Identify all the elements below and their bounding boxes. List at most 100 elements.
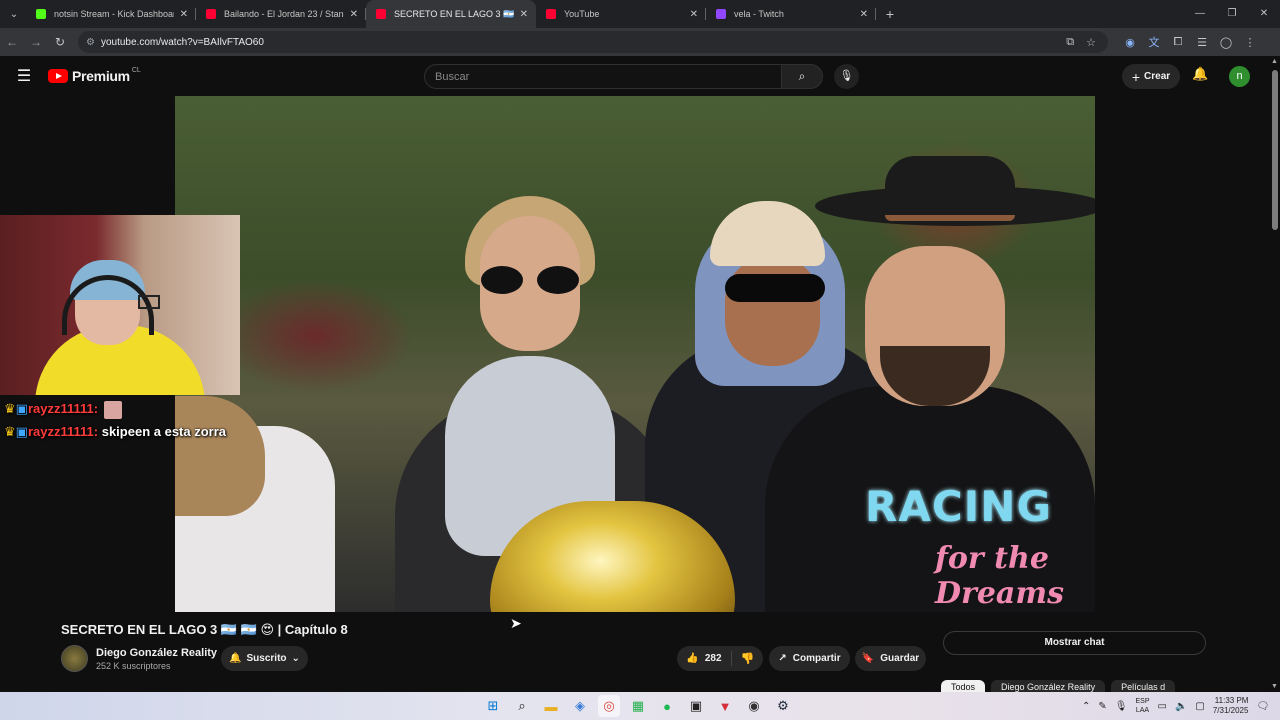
save-button[interactable]: 🔖 Guardar [855,646,926,671]
terminal-icon[interactable]: ▣ [685,695,707,717]
voice-search-button[interactable]: 🎙 [834,64,859,89]
taskbar-search-icon[interactable]: ⌕ [511,695,533,717]
reload-icon[interactable]: ↻ [48,35,72,49]
tab-close-icon[interactable]: ✕ [520,9,528,20]
url-text: youtube.com/watch?v=BAIlvFTAO60 [100,36,264,48]
tray-app-icon[interactable]: ✎ [1098,701,1106,712]
like-button[interactable]: 👍 282 [677,651,732,666]
streamer-webcam-overlay [0,215,240,395]
network-icon[interactable]: ▭ [1158,701,1167,712]
translate-icon[interactable]: 文 [1142,34,1166,50]
tab-close-icon[interactable]: ✕ [180,9,188,20]
page-scrollbar[interactable]: ▲ ▼ [1270,56,1280,692]
video-woman-sunglasses [475,266,585,296]
search-placeholder: Buscar [435,71,470,83]
forward-icon[interactable]: → [24,35,48,49]
plus-icon: + [1131,68,1141,85]
new-tab-icon[interactable]: + [876,6,904,22]
tab-list: notsin Stream - Kick Dashboard ✕ Bailando … [26,0,876,28]
windows-start-icon[interactable]: ⊞ [482,695,504,717]
video-hat-crown [885,156,1015,221]
tab-close-icon[interactable]: ✕ [860,9,868,20]
obs-icon[interactable]: ◉ [743,695,765,717]
reading-list-icon[interactable]: ☰ [1190,36,1214,49]
create-label: Crear [1144,71,1171,82]
subscriber-count: 252 K suscriptores [96,661,171,671]
taskbar-clock[interactable]: 11:33 PM 7/31/2025 [1213,696,1249,716]
battery-icon[interactable]: ▢ [1195,701,1204,712]
browser-tab[interactable]: notsin Stream - Kick Dashboard ✕ [26,0,196,28]
account-avatar[interactable]: n [1229,66,1250,87]
channel-avatar[interactable] [61,645,88,672]
channel-name[interactable]: Diego González Reality [96,647,217,659]
chat-message: ♛▣rayzz11111: [4,397,234,420]
system-tray: ⌃ ✎ 🎙 ESP LAA ▭ 🔈 ▢ 11:33 PM 7/31/2025 🗨 [1082,692,1269,720]
browser-tab-strip: ⌄ notsin Stream - Kick Dashboard ✕ Bailand… [0,0,1280,28]
video-title: SECRETO EN EL LAGO 3 🇦🇷 🇦🇷 😍 | Capítulo … [61,622,348,637]
browser-tab[interactable]: SECRETO EN EL LAGO 3 🇦🇷 🔊 ✕ [366,0,536,28]
site-info-icon[interactable]: ⚙ [86,37,95,48]
notifications-bell-icon[interactable]: 🔔 [1192,66,1208,82]
app-icon-blue[interactable]: ◈ [569,695,591,717]
app-icon-red[interactable]: ▼ [714,695,736,717]
bookmark-star-icon[interactable]: ☆ [1086,36,1096,49]
browser-tab[interactable]: YouTube ✕ [536,0,706,28]
close-window-icon[interactable]: ✕ [1248,0,1280,28]
chip-all[interactable]: Todos [941,680,986,692]
dislike-button[interactable]: 👎 [732,652,763,665]
steam-icon[interactable]: ⚙ [772,695,794,717]
create-button[interactable]: + Crear [1122,64,1180,89]
tray-mic-icon[interactable]: 🎙 [1115,701,1128,712]
lang-bottom: LAA [1135,707,1150,714]
window-controls: — ❐ ✕ [1184,0,1280,28]
show-chat-button[interactable]: Mostrar chat [943,631,1206,655]
volume-icon[interactable]: 🔈 [1175,701,1187,712]
chip-movies[interactable]: Películas d [1111,680,1176,692]
youtube-play-icon [48,69,68,83]
search-input[interactable]: Buscar [424,64,782,89]
address-bar[interactable]: ⚙ youtube.com/watch?v=BAIlvFTAO60 ⧉ ☆ [78,31,1108,53]
scrollbar-thumb[interactable] [1272,70,1278,230]
chrome-icon[interactable]: ◎ [598,695,620,717]
logo-text: Premium [72,68,130,84]
youtube-premium-logo[interactable]: Premium CL [48,67,141,84]
video-player[interactable]: RACING for the Dreams [175,96,1095,612]
spotify-icon[interactable]: ● [656,695,678,717]
extensions-puzzle-icon[interactable]: ⧠ [1166,36,1190,49]
maximize-icon[interactable]: ❐ [1216,0,1248,28]
search-button[interactable]: ⌕ [781,64,823,89]
scroll-down-icon[interactable]: ▼ [1271,683,1278,690]
tab-close-icon[interactable]: ✕ [350,9,358,20]
tab-search-icon[interactable]: ⌄ [2,3,26,25]
tray-overflow-icon[interactable]: ⌃ [1082,701,1090,712]
browser-tab[interactable]: vela - Twitch ✕ [706,0,876,28]
share-button[interactable]: ↗ Compartir [769,646,850,671]
subscriber-badge-icon: ▣ [15,424,28,439]
input-language[interactable]: ESP LAA [1135,697,1149,715]
tab-title: notsin Stream - Kick Dashboard [54,9,174,19]
back-icon[interactable]: ← [0,35,24,49]
file-explorer-icon[interactable]: ▬ [540,695,562,717]
tab-favicon-icon [376,9,386,19]
stream-chat-overlay: ♛▣rayzz11111: ♛▣rayzz11111: skipeen a es… [4,397,234,443]
chat-username: rayzz11111: [27,424,99,439]
hamburger-menu-icon[interactable]: ☰ [0,66,48,86]
notification-center-icon[interactable]: 🗨 [1256,701,1269,712]
scroll-up-icon[interactable]: ▲ [1271,58,1278,65]
subscribed-label: Suscrito [246,653,287,664]
windows-taskbar: ⊞ ⌕ ▬ ◈ ◎ ▦ ● ▣ ▼ ◉ ⚙ ⌃ ✎ 🎙 ESP LAA ▭ 🔈 … [0,692,1280,720]
chat-emote-icon [103,400,122,419]
chip-channel[interactable]: Diego González Reality [991,680,1106,692]
tab-close-icon[interactable]: ✕ [690,9,698,20]
app-icon-green[interactable]: ▦ [627,695,649,717]
subscribed-button[interactable]: 🔔 Suscrito ⌄ [221,646,308,671]
browser-menu-icon[interactable]: ⋮ [1238,36,1262,49]
minimize-icon[interactable]: — [1184,0,1216,28]
install-app-icon[interactable]: ⧉ [1066,36,1074,49]
tab-favicon-icon [716,9,726,19]
tab-separator [875,8,876,20]
extension-icon-1[interactable]: ◉ [1118,36,1142,49]
tab-title: SECRETO EN EL LAGO 3 🇦🇷 🔊 [394,8,514,19]
profile-icon[interactable]: ◯ [1214,36,1238,49]
browser-tab[interactable]: Bailando - El Jordan 23 / Standi ✕ [196,0,366,28]
